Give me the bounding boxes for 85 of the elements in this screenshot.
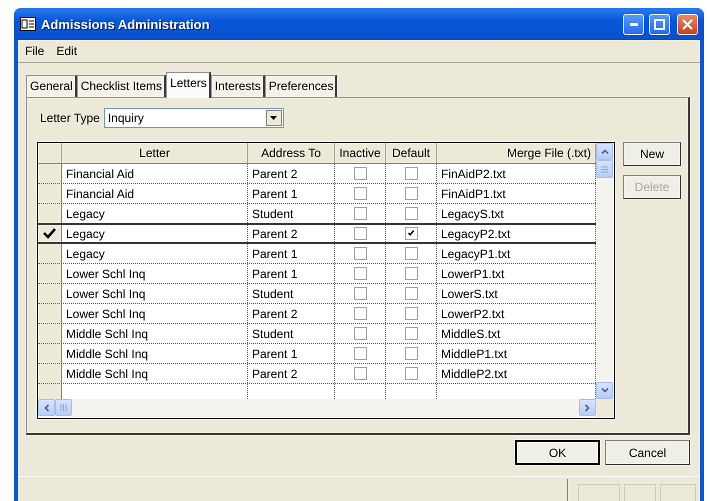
checkbox[interactable] [404,307,418,320]
table-cell: Student [248,324,335,343]
table-cell: Financial Aid [62,164,248,183]
checkbox[interactable] [354,347,366,360]
caret-icon [270,116,278,120]
grip-icon [60,404,67,411]
vertical-scrollbar[interactable] [596,143,614,399]
tab[interactable]: Checklist Items [76,75,166,97]
column-header[interactable]: Default [386,143,437,163]
window-title: Admissions Administration [41,16,211,32]
maximize-button[interactable] [649,14,670,34]
status-panel [624,484,656,501]
table-cell: Legacy [62,225,248,242]
dialog-button[interactable]: OK [515,440,600,465]
table-cell: Legacy [62,244,248,263]
grip-icon [601,166,608,172]
minimize-button[interactable] [623,14,644,34]
tab[interactable]: General [26,75,77,97]
table-cell: Middle Schl Inq [62,344,248,363]
checkbox[interactable] [354,267,366,280]
checkbox[interactable] [404,327,418,340]
checkbox[interactable] [404,287,418,300]
table-cell: Parent 1 [248,184,335,203]
horizontal-scrollbar[interactable] [38,399,596,418]
tab[interactable]: Preferences [264,75,338,97]
table-cell: Parent 2 [248,225,335,242]
checkbox[interactable] [354,287,366,300]
checkbox[interactable] [354,307,366,320]
checkbox[interactable] [404,367,418,380]
table-cell: Parent 1 [248,344,335,363]
checkbox[interactable] [404,207,418,220]
field-label: Letter Type [40,111,100,125]
dropdown-button[interactable] [266,110,282,126]
scroll-right-button[interactable] [579,399,596,416]
table-cell: Financial Aid [62,184,248,203]
scroll-thumb[interactable] [55,399,72,416]
row-selector[interactable] [38,225,62,242]
scroll-up-button[interactable] [596,143,613,160]
tab[interactable]: Interests [210,75,265,97]
checkbox[interactable] [404,247,418,260]
table-cell: Lower Schl Inq [62,284,248,303]
checkbox[interactable] [404,267,418,280]
scroll-down-button[interactable] [596,382,613,399]
letter-type-dropdown[interactable]: Inquiry [104,108,284,128]
table-cell: Parent 1 [248,264,335,283]
menu-item[interactable]: Edit [51,43,82,59]
table-cell: Middle Schl Inq [62,364,248,383]
check-icon [43,228,56,239]
checkbox[interactable] [404,347,418,360]
checkbox[interactable] [354,207,366,220]
table-cell: Legacy [62,204,248,223]
close-button[interactable] [677,14,698,34]
checkbox[interactable] [354,187,366,200]
table-cell: Parent 1 [248,244,335,263]
checkbox[interactable] [354,367,366,380]
tab[interactable]: Letters [166,72,211,98]
checkbox[interactable] [404,167,418,180]
scroll-thumb[interactable] [596,160,613,178]
menu-item[interactable]: File [20,43,50,59]
checkbox[interactable] [354,167,366,180]
close-icon [682,18,693,30]
checkbox[interactable] [354,247,366,260]
minimize-icon [630,22,638,26]
app-icon [20,17,36,31]
checkbox[interactable] [354,227,366,240]
table-cell: Lower Schl Inq [62,264,248,283]
table-cell: Student [248,284,335,303]
status-panel [660,484,696,501]
checkbox[interactable] [354,327,366,340]
table-cell: Student [248,204,335,223]
table-cell: Parent 2 [248,304,335,323]
table-cell: Middle Schl Inq [62,324,248,343]
column-header[interactable]: Inactive [335,143,386,163]
column-header[interactable]: Address To [248,143,335,163]
scroll-left-button[interactable] [38,399,55,416]
checkbox[interactable] [404,227,418,240]
checkbox[interactable] [404,187,418,200]
column-header[interactable]: Letter [62,143,248,163]
table-cell: Parent 2 [248,164,335,183]
grid-button[interactable]: New [623,142,681,166]
dialog-button[interactable]: Cancel [605,440,690,465]
status-panel [578,484,620,501]
maximize-icon [654,18,665,30]
table-cell: Parent 2 [248,364,335,383]
table-cell: Lower Schl Inq [62,304,248,323]
